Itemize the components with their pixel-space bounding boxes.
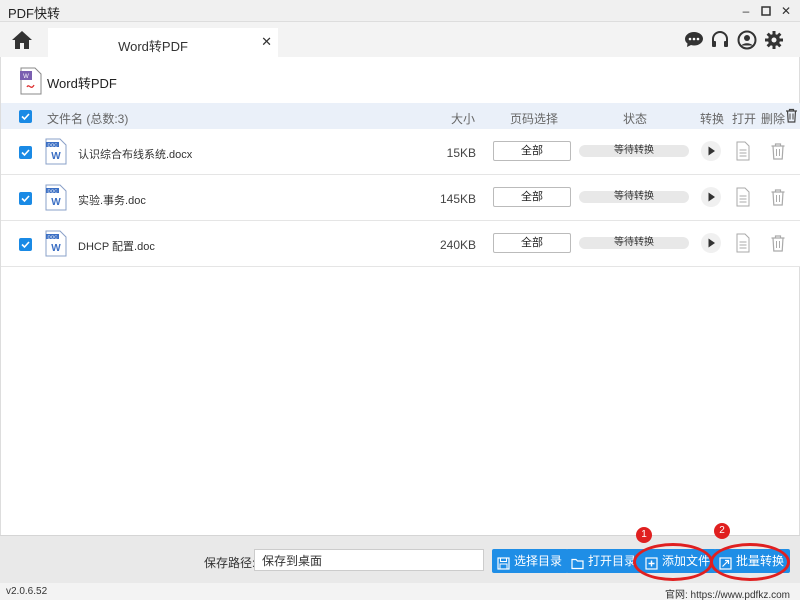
file-size: 15KB bbox=[446, 146, 476, 160]
tab-word-to-pdf[interactable]: Word转PDF ✕ bbox=[48, 28, 278, 57]
play-icon[interactable] bbox=[701, 233, 721, 253]
doc-file-icon: DOC W bbox=[45, 184, 67, 211]
svg-text:DOC: DOC bbox=[48, 188, 59, 193]
tab-close-icon[interactable]: ✕ bbox=[261, 34, 272, 50]
minimize-icon[interactable]: – bbox=[738, 3, 754, 19]
svg-text:W: W bbox=[51, 243, 61, 254]
doc-file-icon: DOC W bbox=[45, 138, 67, 165]
header-page-select: 页码选择 bbox=[510, 112, 559, 126]
table-header: 文件名 (总数:3) 大小 页码选择 状态 转换 打开 删除 bbox=[1, 103, 800, 129]
row-checkbox[interactable] bbox=[19, 146, 32, 159]
open-directory-button[interactable]: 打开目录 bbox=[566, 549, 643, 573]
page-header: W Word转PDF bbox=[1, 57, 800, 103]
header-delete: 删除 bbox=[761, 112, 786, 126]
step-badge: 2 bbox=[714, 523, 730, 539]
highlight-ellipse bbox=[633, 543, 713, 581]
headset-icon[interactable] bbox=[710, 30, 730, 50]
row-checkbox[interactable] bbox=[19, 238, 32, 251]
user-icon[interactable] bbox=[737, 30, 757, 50]
tab-bar: Word转PDF ✕ bbox=[0, 22, 800, 57]
save-icon bbox=[497, 554, 510, 570]
status-badge: 等待转换 bbox=[579, 191, 689, 203]
table-row: DOC W 认识综合布线系统.docx 15KB 全部 等待转换 bbox=[1, 129, 800, 175]
bottom-bar: 保存路径: 选择目录 打开目录 添加文件 批量转换 1 2 bbox=[0, 523, 800, 583]
title-bar: PDF快转 – ✕ bbox=[0, 0, 800, 22]
table-row: DOC W 实验.事务.doc 145KB 全部 等待转换 bbox=[1, 175, 800, 221]
header-status: 状态 bbox=[623, 112, 648, 126]
main-panel: W Word转PDF 文件名 (总数:3) 大小 页码选择 状态 转换 打开 删… bbox=[0, 57, 800, 535]
trash-icon[interactable] bbox=[770, 187, 786, 207]
app-title: PDF快转 bbox=[8, 6, 61, 21]
open-directory-label: 打开目录 bbox=[588, 554, 637, 568]
file-size: 240KB bbox=[439, 238, 476, 252]
gear-icon[interactable] bbox=[764, 30, 784, 50]
save-path-input[interactable] bbox=[254, 549, 484, 571]
chat-icon[interactable] bbox=[684, 30, 704, 50]
svg-text:DOC: DOC bbox=[48, 234, 59, 239]
row-checkbox[interactable] bbox=[19, 192, 32, 205]
word-to-pdf-icon: W bbox=[19, 67, 43, 95]
folder-icon bbox=[571, 554, 584, 570]
status-bar: v2.0.6.52 官网: https://www.pdfkz.com bbox=[0, 583, 800, 600]
status-badge: 等待转换 bbox=[579, 145, 689, 157]
page-select[interactable]: 全部 bbox=[493, 187, 571, 207]
trash-icon[interactable] bbox=[770, 141, 786, 161]
delete-all-icon[interactable] bbox=[785, 108, 798, 126]
tab-label: Word转PDF bbox=[118, 39, 188, 54]
close-icon[interactable]: ✕ bbox=[778, 3, 794, 19]
page-select[interactable]: 全部 bbox=[493, 141, 571, 161]
file-name: DHCP 配置.doc bbox=[78, 241, 155, 253]
header-size: 大小 bbox=[451, 112, 476, 126]
play-icon[interactable] bbox=[701, 141, 721, 161]
svg-text:W: W bbox=[51, 151, 61, 162]
header-filename: 文件名 (总数:3) bbox=[47, 112, 129, 126]
save-path-label: 保存路径: bbox=[204, 556, 256, 570]
highlight-ellipse bbox=[710, 543, 790, 581]
page-title: Word转PDF bbox=[47, 76, 117, 91]
file-name: 认识综合布线系统.docx bbox=[78, 149, 193, 161]
website-link[interactable]: 官网: https://www.pdfkz.com bbox=[665, 586, 790, 600]
header-convert: 转换 bbox=[700, 112, 725, 126]
svg-text:W: W bbox=[23, 74, 29, 80]
version-text: v2.0.6.52 bbox=[6, 586, 48, 597]
select-all-checkbox[interactable] bbox=[19, 110, 32, 123]
header-open: 打开 bbox=[732, 112, 757, 126]
choose-directory-button[interactable]: 选择目录 bbox=[492, 549, 569, 573]
maximize-icon[interactable] bbox=[758, 3, 774, 19]
status-badge: 等待转换 bbox=[579, 237, 689, 249]
step-badge: 1 bbox=[636, 527, 652, 543]
page-select[interactable]: 全部 bbox=[493, 233, 571, 253]
document-icon[interactable] bbox=[735, 141, 751, 161]
file-size: 145KB bbox=[439, 192, 476, 206]
trash-icon[interactable] bbox=[770, 233, 786, 253]
choose-directory-label: 选择目录 bbox=[514, 554, 563, 568]
svg-text:W: W bbox=[51, 197, 61, 208]
svg-text:DOC: DOC bbox=[48, 142, 59, 147]
file-name: 实验.事务.doc bbox=[78, 195, 146, 207]
doc-file-icon: DOC W bbox=[45, 230, 67, 257]
table-row: DOC W DHCP 配置.doc 240KB 全部 等待转换 bbox=[1, 221, 800, 267]
document-icon[interactable] bbox=[735, 187, 751, 207]
document-icon[interactable] bbox=[735, 233, 751, 253]
play-icon[interactable] bbox=[701, 187, 721, 207]
home-icon[interactable] bbox=[10, 29, 34, 51]
